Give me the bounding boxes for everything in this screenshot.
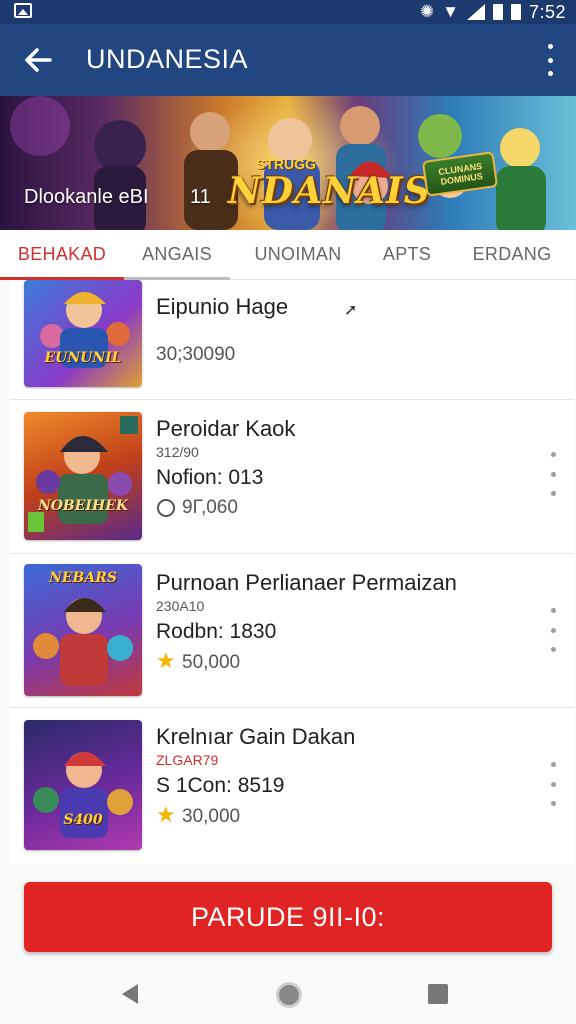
game-title: Peroidar Kaok: [156, 416, 296, 441]
game-price: 30;30090: [156, 344, 236, 365]
thumbnail-art: [28, 416, 138, 532]
battery-icon-2: [510, 4, 521, 20]
game-price: 9Γ,060: [182, 497, 238, 518]
pointer-cursor-icon: ➚: [344, 302, 358, 319]
game-list: EUNUNIL Eipunio Hage 30;30090 ➚ NOBEIHEK…: [10, 280, 574, 864]
tab-angais[interactable]: ANGAIS: [124, 230, 230, 280]
game-title: Purnoan Perlianaer Permaizan: [156, 570, 457, 595]
game-title: Krelnıar Gain Dakan: [156, 724, 356, 749]
list-item[interactable]: EUNUNIL Eipunio Hage 30;30090: [10, 280, 574, 400]
list-item[interactable]: NOBEIHEK Peroidar Kaok 312/90 Nofion: 01…: [10, 400, 574, 554]
tab-behakad[interactable]: BEHAKAD: [0, 230, 124, 280]
game-detail: Nofion: 013: [156, 466, 264, 489]
app-title: UNDANESIA: [86, 44, 249, 74]
category-tabs: BEHAKAD ANGAIS UNOIMAN APTS ERDANG: [0, 230, 576, 280]
game-detail: Rodbn: 1830: [156, 620, 277, 643]
banner-logo: NDANAIS: [228, 170, 431, 212]
nav-recents-icon[interactable]: [428, 984, 448, 1004]
thumbnail-label: NOBEIHEK: [37, 498, 129, 514]
thumbnail-label: S400: [63, 812, 103, 828]
game-price: 30,000: [182, 806, 241, 827]
battery-icon: [492, 4, 503, 20]
game-subtitle: 230A10: [156, 598, 205, 614]
banner-number: 11: [190, 186, 211, 208]
game-thumbnail: EUNUNIL: [24, 280, 142, 387]
nav-home-icon[interactable]: [276, 982, 302, 1008]
featured-banner[interactable]: STRUGG NDANAIS CLUNANS DOMINUS Dlookanle…: [0, 96, 576, 230]
status-icons: ✺ ▼ 7:52: [420, 2, 566, 22]
game-price: 50,000: [182, 652, 241, 673]
banner-caption: Dlookanle eBI: [24, 186, 149, 208]
tab-apts[interactable]: APTS: [366, 230, 448, 280]
star-icon: ★: [156, 802, 176, 827]
star-icon: ★: [156, 648, 176, 673]
status-time: 7:52: [528, 1, 566, 22]
game-title: Eipunio Hage: [156, 294, 289, 319]
thumbnail-label: EUNUNIL: [44, 350, 122, 366]
status-bar: ✺ ▼ 7:52: [0, 0, 576, 24]
thumbnail-label: NEBARS: [49, 570, 117, 586]
thumbnail-art: [33, 752, 133, 838]
item-menu-icon[interactable]: [550, 762, 556, 806]
item-menu-icon[interactable]: [550, 608, 556, 652]
tab-unoiman[interactable]: UNOIMAN: [230, 230, 366, 280]
wifi-icon: ▼: [442, 2, 459, 21]
nav-back-icon[interactable]: [122, 984, 138, 1004]
tab-erdang[interactable]: ERDANG: [448, 230, 576, 280]
circle-icon: [157, 499, 175, 517]
primary-action-button[interactable]: PARUDE 9II-I0:: [24, 882, 552, 952]
game-subtitle: 312/90: [156, 444, 199, 460]
game-thumbnail: NOBEIHEK: [24, 412, 142, 540]
game-thumbnail: S400: [24, 720, 142, 850]
signal-icon: [466, 4, 485, 20]
system-nav-bar: [0, 964, 576, 1024]
game-thumbnail: NEBARS: [24, 564, 142, 696]
back-arrow-icon[interactable]: [20, 42, 56, 78]
overflow-menu-icon[interactable]: [546, 44, 554, 76]
thumbnail-art: [40, 292, 130, 368]
gallery-icon: [14, 3, 32, 18]
list-item[interactable]: NEBARS Purnoan Perlianaer Permaizan 230A…: [10, 554, 574, 708]
vibrate-icon: ✺: [419, 2, 435, 21]
list-item[interactable]: S400 Krelnıar Gain Dakan ZLGAR79 S 1Con:…: [10, 708, 574, 864]
item-menu-icon[interactable]: [550, 452, 556, 496]
game-subtitle: ZLGAR79: [156, 752, 219, 768]
app-bar: UNDANESIA: [0, 24, 576, 96]
game-detail: S 1Con: 8519: [156, 774, 285, 797]
